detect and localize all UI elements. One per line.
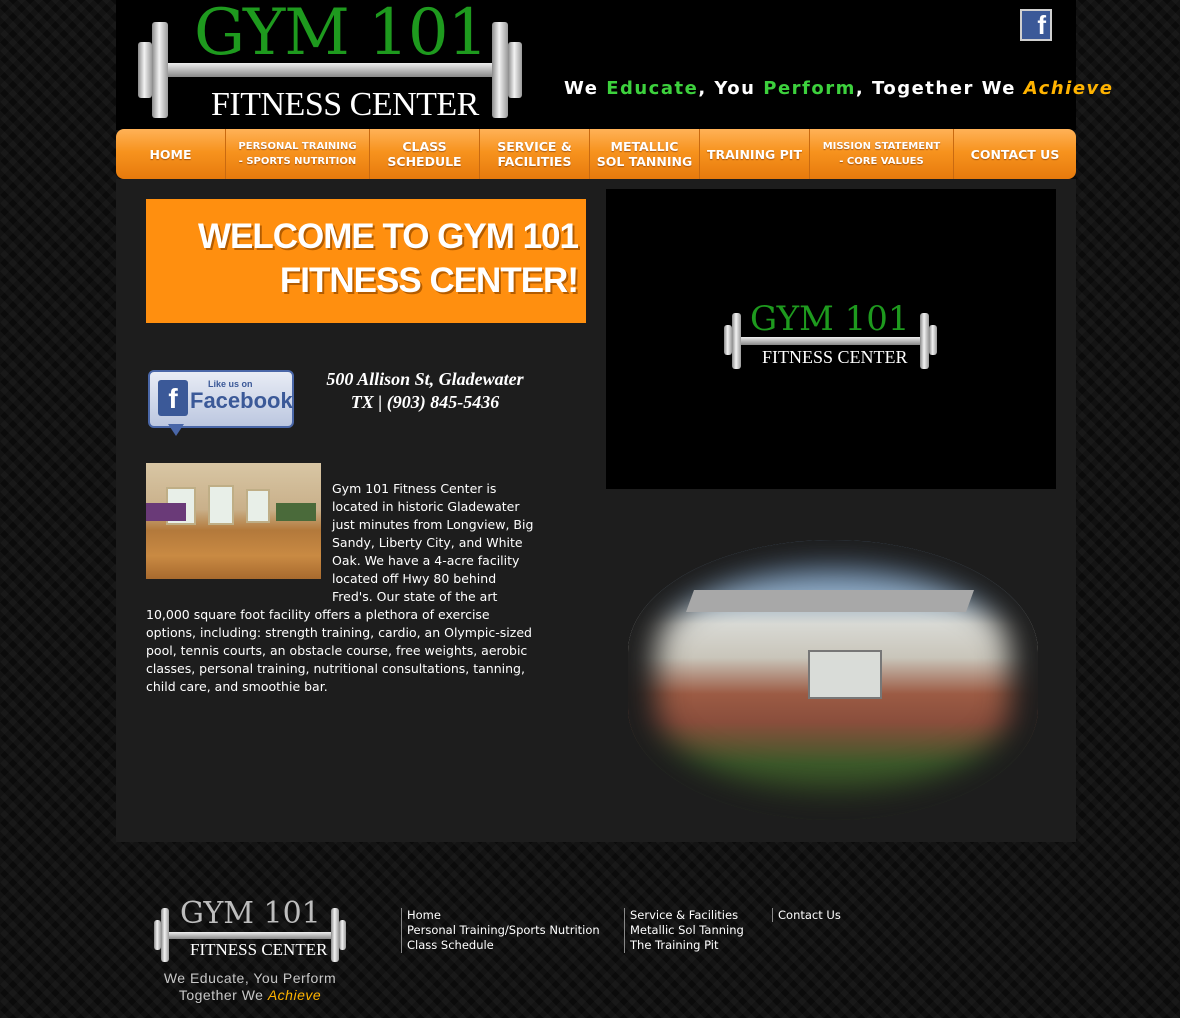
footer-link-metallic-sol-tanning[interactable]: Metallic Sol Tanning: [630, 923, 744, 938]
nav-home[interactable]: HOME: [116, 129, 226, 179]
video-logo-title: GYM 101: [750, 299, 910, 339]
logo-title: GYM 101: [194, 0, 488, 70]
video-logo-subtitle: FITNESS CENTER: [762, 347, 908, 367]
footer-logo-subtitle: FITNESS CENTER: [190, 940, 328, 959]
footer-links-col-2: Service & Facilities Metallic Sol Tannin…: [624, 908, 744, 953]
facebook-f-icon: f: [158, 380, 188, 416]
header-logo[interactable]: GYM 101 FITNESS CENTER: [116, 0, 546, 130]
footer-link-service-facilities[interactable]: Service & Facilities: [630, 908, 744, 923]
footer-link-training-pit[interactable]: The Training Pit: [630, 938, 744, 953]
facebook-icon[interactable]: f: [1020, 9, 1052, 41]
footer-link-home[interactable]: Home: [407, 908, 600, 923]
nav-training-pit[interactable]: TRAINING PIT: [700, 129, 810, 179]
nav-contact-us[interactable]: CONTACT US: [954, 129, 1076, 179]
welcome-banner: WELCOME TO GYM 101 FITNESS CENTER!: [146, 199, 586, 323]
welcome-line-2: FITNESS CENTER!: [279, 261, 579, 300]
footer-logo-title: GYM 101: [180, 896, 321, 931]
main-nav: HOME PERSONAL TRAINING - SPORTS NUTRITION…: [116, 129, 1076, 179]
address-street: 500 Allison St, Gladewater: [326, 369, 524, 389]
nav-metallic-sol-tanning[interactable]: METALLIC SOL TANNING: [590, 129, 700, 179]
address-phone: TX | (903) 845-5436: [350, 392, 500, 412]
video-logo: GYM 101 FITNESS CENTER: [720, 299, 942, 377]
nav-personal-training[interactable]: PERSONAL TRAINING - SPORTS NUTRITION: [226, 129, 370, 179]
facebook-like-button[interactable]: f Like us on Facebook: [148, 370, 294, 428]
video-player[interactable]: GYM 101 FITNESS CENTER: [606, 189, 1056, 489]
header-tagline: We Educate, You Perform, Together We Ach…: [564, 78, 1114, 99]
footer-link-personal-training[interactable]: Personal Training/Sports Nutrition: [407, 923, 600, 938]
building-roof: [685, 590, 975, 612]
footer-links-col-1: Home Personal Training/Sports Nutrition …: [401, 908, 600, 953]
footer-link-contact-us[interactable]: Contact Us: [778, 908, 841, 923]
site-header: GYM 101 FITNESS CENTER We Educate, You P…: [116, 0, 1112, 130]
footer-link-class-schedule[interactable]: Class Schedule: [407, 938, 600, 953]
like-big-label: Facebook: [190, 388, 293, 413]
nav-service-facilities[interactable]: SERVICE & FACILITIES: [480, 129, 590, 179]
footer-logo[interactable]: GYM 101 FITNESS CENTER: [150, 896, 350, 968]
logo-subtitle: FITNESS CENTER: [211, 86, 479, 123]
building-entrance: [808, 650, 882, 699]
facebook-like-pointer: [168, 424, 184, 436]
footer-tagline: We Educate, You Perform Together We Achi…: [163, 970, 337, 1003]
gym-description: Gym 101 Fitness Center is located in his…: [146, 480, 538, 696]
nav-class-schedule[interactable]: CLASS SCHEDULE: [370, 129, 480, 179]
welcome-line-1: WELCOME TO GYM 101: [197, 217, 579, 256]
nav-mission-statement[interactable]: MISSION STATEMENT - CORE VALUES: [810, 129, 954, 179]
address-block: 500 Allison St, Gladewater TX | (903) 84…: [300, 368, 550, 414]
footer-links-col-3: Contact Us: [772, 908, 841, 922]
